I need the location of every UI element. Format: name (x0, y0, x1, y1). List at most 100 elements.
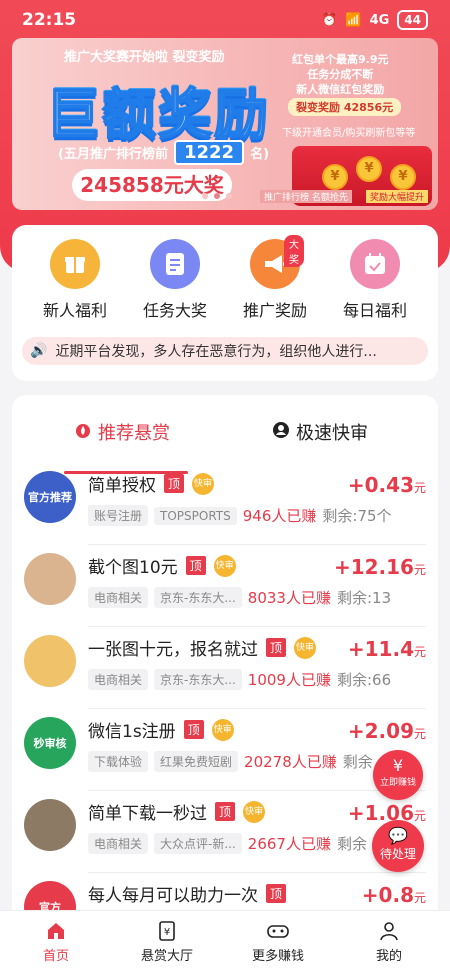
task-avatar (24, 553, 76, 605)
signal-label: 4G (369, 12, 390, 28)
reward-hall-icon: ¥ (117, 917, 217, 945)
row-divider (88, 708, 426, 709)
price-value: +11.4 (347, 637, 414, 661)
task-title: 简单授权 (88, 476, 156, 496)
row-divider (88, 872, 426, 873)
right-line-3: 新人微信红包奖励 (296, 83, 385, 96)
quick-earn-button[interactable]: ¥ 立即赚钱 (373, 750, 423, 800)
pinned-tag: 顶 (164, 474, 185, 493)
pinned-tag: 顶 (185, 556, 206, 575)
task-category-chip: 大众点评-新... (154, 833, 242, 854)
tab-recommended[interactable]: 推荐悬赏 (74, 419, 170, 445)
notice-bar[interactable]: 🔊 近期平台发现，多人存在恶意行为，组织他人进行... (22, 337, 428, 365)
task-price: +0.8元 (362, 883, 426, 907)
menu-item-promotion[interactable]: 大奖 推广奖励 (230, 235, 320, 321)
task-avatar (24, 799, 76, 851)
task-category-chip: 账号注册 (88, 505, 149, 526)
nav-label: 悬赏大厅 (140, 949, 193, 964)
chat-icon: 💬 (388, 826, 408, 845)
pending-button[interactable]: 💬 待处理 (372, 820, 424, 872)
task-meta: 电商相关 京东-东东大... 8033人已赚 剩余:13 (88, 587, 391, 608)
svg-text:¥: ¥ (164, 927, 170, 938)
tab-label: 极速快审 (296, 423, 368, 444)
menu-label: 新人福利 (42, 301, 107, 320)
right-line-2: 任务分成不断 (307, 68, 374, 81)
task-category-chip: 电商相关 (88, 669, 149, 690)
nav-profile[interactable]: 我的 (339, 917, 439, 964)
avatar-label: 秒审核 (33, 736, 67, 750)
task-price: +11.4元 (348, 637, 426, 661)
task-title: 微信1s注册 (88, 722, 176, 742)
task-title-line: 截个图10元顶快审 (88, 553, 236, 578)
task-remaining: 剩余:13 (336, 589, 392, 607)
fast-review-tag: 快审 (192, 472, 215, 495)
task-avatar (24, 635, 76, 687)
avatar-label: 官方推荐 (28, 490, 72, 504)
task-earned-count: 8033人已赚 (247, 589, 331, 607)
fission-reward-badge: 裂变奖励 42856元 (288, 98, 402, 116)
task-row[interactable]: 官方推荐 简单授权顶快审 账号注册 TOPSPORTS 946人已赚 剩余:75个 +0.4… (12, 465, 438, 545)
price-unit: 元 (413, 891, 426, 905)
nav-label: 首页 (42, 949, 69, 964)
task-title-line: 微信1s注册顶快审 (88, 717, 234, 742)
gamepad-icon (228, 917, 328, 945)
nav-home[interactable]: 首页 (6, 917, 106, 964)
status-time: 22:15 (22, 10, 77, 30)
speaker-icon: 🔊 (30, 343, 48, 359)
promo-banner[interactable]: 推广大奖赛开始啦 裂变奖励 巨额奖励 (五月推广排行榜前 1222 名) 245… (12, 38, 438, 210)
task-meta: 下载体验 红果免费短剧 20278人已赚 剩余 (88, 751, 373, 772)
alarm-icon: ⏰ (321, 12, 338, 28)
right-line-4: 下级开通会员/购买刷新包等等 (282, 128, 416, 139)
task-category-chip: 京东-东东大... (154, 669, 242, 690)
task-category-chip: 下载体验 (88, 751, 149, 772)
menu-label: 任务大奖 (142, 301, 207, 320)
price-unit: 元 (413, 727, 426, 741)
price-unit: 元 (413, 563, 426, 577)
banner-rank: (五月推广排行榜前 1222 名) (58, 140, 269, 165)
task-title: 简单下载一秒过 (88, 804, 207, 824)
task-category-chip: 电商相关 (88, 833, 149, 854)
task-row[interactable]: 一张图十元，报名就过顶快审 电商相关 京东-东东大... 1009人已赚 剩余:66 +1… (12, 629, 438, 709)
quick-earn-label: 立即赚钱 (379, 778, 416, 788)
menu-item-newbie[interactable]: 新人福利 (30, 239, 120, 321)
bottom-nav: 首页 ¥ 悬赏大厅 更多赚钱 我的 (0, 910, 450, 975)
task-title-line: 简单授权顶快审 (88, 471, 215, 496)
nav-reward-hall[interactable]: ¥ 悬赏大厅 (117, 917, 217, 964)
pending-label: 待处理 (379, 847, 416, 861)
task-row[interactable]: 截个图10元顶快审电商相关 京东-东东大... 8033人已赚 剩余:13 +12.16… (12, 547, 438, 627)
nav-label: 我的 (375, 949, 402, 964)
task-price: +2.09元 (348, 719, 426, 743)
tab-fast-review[interactable]: 极速快审 (272, 419, 368, 445)
task-meta: 电商相关 大众点评-新... 2667人已赚 剩余 (88, 833, 367, 854)
price-value: +12.16 (333, 555, 414, 579)
task-title: 每人每月可以助力一次 (88, 886, 258, 906)
pinned-tag: 顶 (266, 884, 287, 903)
user-circle-icon (272, 421, 290, 444)
fast-review-tag: 快审 (211, 718, 234, 741)
price-unit: 元 (413, 809, 426, 823)
rank-number: 1222 (173, 140, 245, 165)
gift-box-icon (50, 239, 100, 289)
price-unit: 元 (413, 645, 426, 659)
nav-more-earning[interactable]: 更多赚钱 (228, 917, 328, 964)
fast-review-tag: 快审 (243, 800, 266, 823)
coin-icon: ¥ (356, 156, 382, 182)
menu-item-daily[interactable]: 每日福利 (330, 239, 420, 321)
task-earned-count: 20278人已赚 (244, 753, 337, 771)
menu-item-task-prize[interactable]: 任务大奖 (130, 239, 220, 321)
task-remaining: 剩余 (336, 835, 367, 853)
task-title-line: 简单下载一秒过顶快审 (88, 799, 266, 824)
fire-icon (74, 421, 92, 444)
calendar-icon (350, 239, 400, 289)
pinned-tag: 顶 (266, 638, 287, 657)
fast-review-tag: 快审 (294, 636, 317, 659)
task-remaining: 剩余:66 (336, 671, 392, 689)
task-price: +12.16元 (334, 555, 426, 579)
row-divider (88, 626, 426, 627)
task-list-icon (150, 239, 200, 289)
price-unit: 元 (413, 481, 426, 495)
wifi-icon: 📶 (345, 12, 362, 28)
carousel-dots (202, 193, 232, 199)
pinned-tag: 顶 (183, 720, 204, 739)
menu-badge: 大奖 (284, 235, 304, 267)
